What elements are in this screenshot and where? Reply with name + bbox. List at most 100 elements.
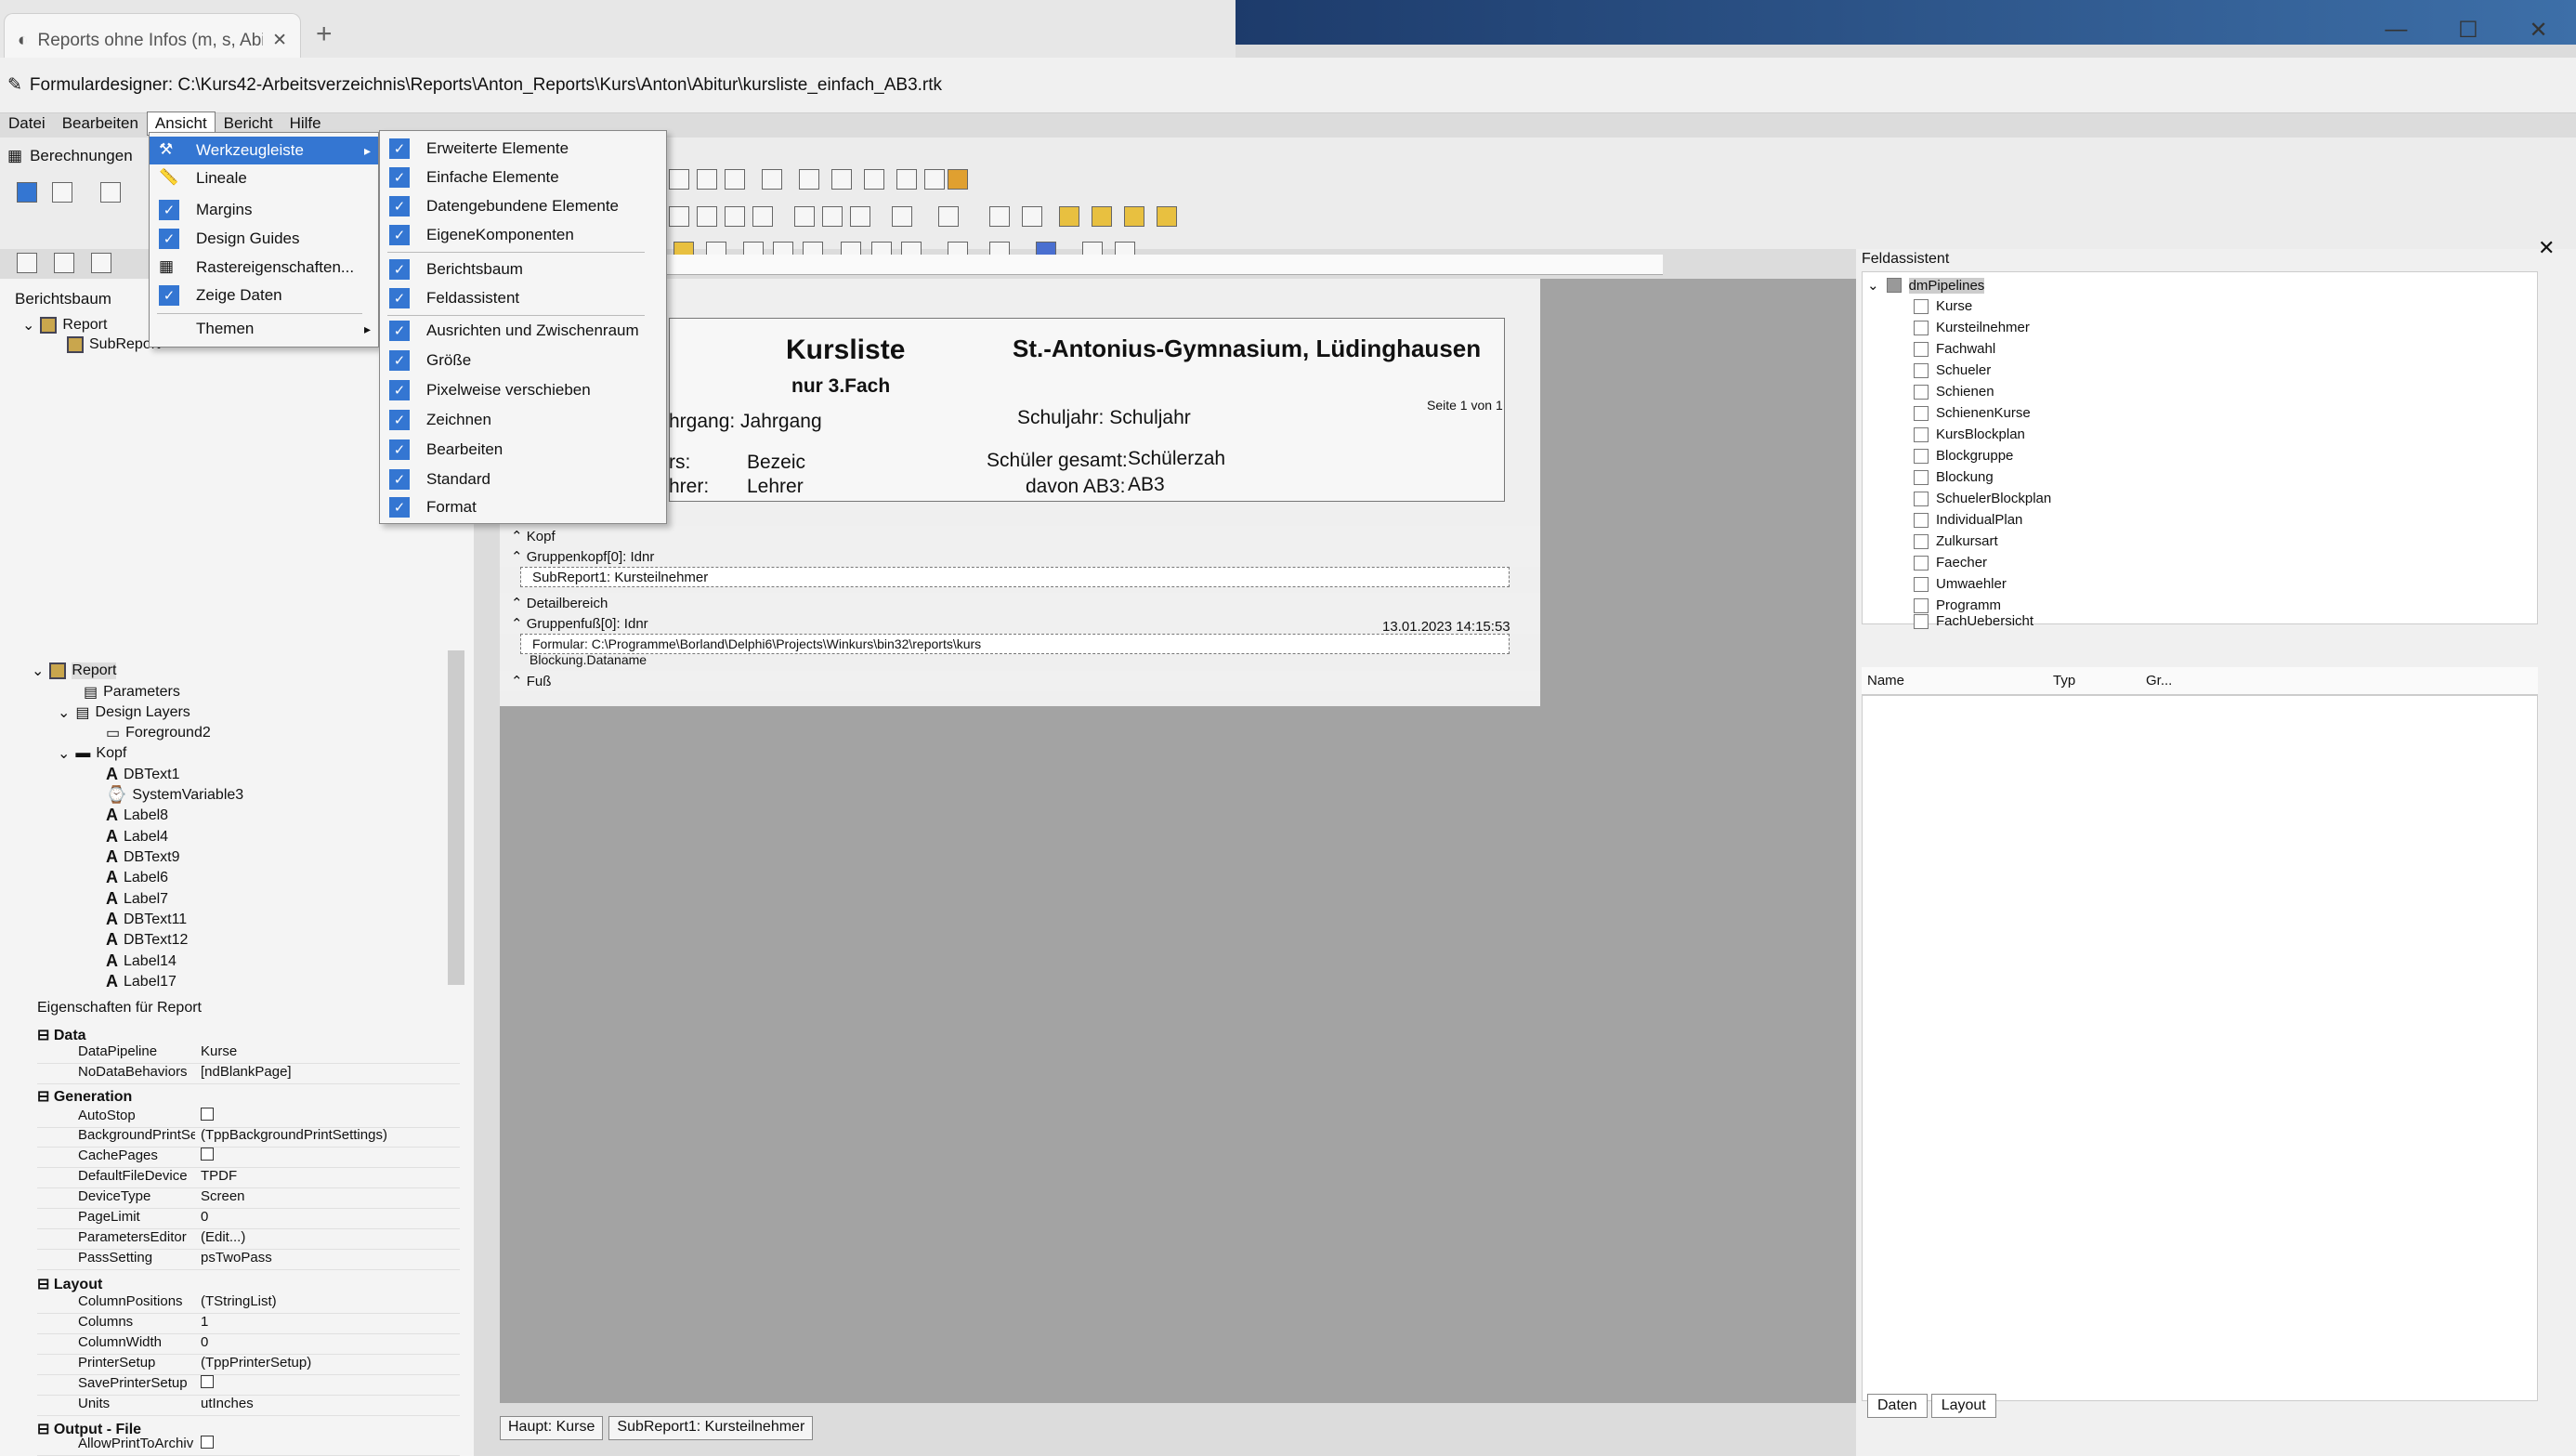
- toolbar-icon[interactable]: [1059, 206, 1079, 227]
- menu-item-design-guides[interactable]: ✓ Design Guides: [150, 225, 378, 253]
- prop-row[interactable]: DeviceType Screen: [37, 1188, 460, 1209]
- menu-item-werkzeugleiste[interactable]: ⚒ Werkzeugleiste ▸: [150, 137, 378, 164]
- calculations-button[interactable]: ▦ Berechnungen: [7, 147, 133, 165]
- prop-row[interactable]: PageLimit 0: [37, 1209, 460, 1229]
- prop-row[interactable]: AllowPrintToArchiv: [37, 1436, 460, 1456]
- field-item[interactable]: Schueler: [1914, 362, 1991, 378]
- prop-row[interactable]: DefaultFileDevice TPDF: [37, 1168, 460, 1188]
- tree-node-systemvariable3[interactable]: ⌚ SystemVariable3: [106, 785, 243, 805]
- tree-node-dbtext12[interactable]: A DBText12: [106, 930, 188, 950]
- toolbar-icon[interactable]: [762, 169, 782, 190]
- align-right-icon[interactable]: [725, 206, 745, 227]
- field-list[interactable]: [1862, 695, 2538, 1401]
- toolbar-icon[interactable]: [794, 206, 815, 227]
- close-window-button[interactable]: ✕: [2529, 17, 2547, 44]
- jahrgang-text[interactable]: hrgang: Jahrgang: [669, 411, 822, 433]
- tree-node-foreground2[interactable]: ▭ Foreground2: [106, 724, 211, 742]
- field-item[interactable]: Zulkursart: [1914, 533, 1998, 549]
- menu-item-feldassistent[interactable]: ✓ Feldassistent: [380, 284, 666, 312]
- tree-node-report-top[interactable]: ⌄ Report: [22, 316, 107, 334]
- toolbar-icon[interactable]: [669, 169, 689, 190]
- tab-subreport1[interactable]: SubReport1: Kursteilnehmer: [608, 1416, 814, 1440]
- menu-item-ausrichten[interactable]: ✓ Ausrichten und Zwischenraum: [380, 317, 666, 345]
- prop-row[interactable]: DataPipeline Kurse: [37, 1043, 460, 1064]
- toolbar-icon[interactable]: [831, 169, 852, 190]
- section-generation[interactable]: ⊟ Generation: [37, 1087, 132, 1106]
- cursor-tool-icon[interactable]: [52, 182, 72, 203]
- field-item[interactable]: Kursteilnehmer: [1914, 320, 2030, 335]
- menu-item-format[interactable]: ✓ Format: [380, 493, 666, 521]
- justify-icon[interactable]: [752, 206, 773, 227]
- kurs-value[interactable]: Bezeic: [747, 452, 805, 474]
- menu-item-standard[interactable]: ✓ Standard: [380, 466, 666, 493]
- tree-node-label4[interactable]: A Label4: [106, 827, 168, 846]
- close-panel-icon[interactable]: ✕: [2538, 236, 2555, 260]
- prop-row[interactable]: NoDataBehaviors [ndBlankPage]: [37, 1064, 460, 1084]
- band-gruppenkopf[interactable]: ⌃ Gruppenkopf[0]: Idnr: [500, 546, 1540, 567]
- menu-item-margins[interactable]: ✓ Margins: [150, 196, 378, 224]
- tree-node-dmpipelines[interactable]: ⌄ dmPipelines: [1867, 277, 1985, 294]
- prop-row[interactable]: ColumnWidth 0: [37, 1334, 460, 1355]
- menu-item-zeige-daten[interactable]: ✓ Zeige Daten: [150, 282, 378, 309]
- column-typ[interactable]: Typ: [2047, 667, 2140, 694]
- toolbar-icon[interactable]: [1124, 206, 1144, 227]
- page-number-text[interactable]: Seite 1 von 1: [1427, 398, 1503, 413]
- maximize-button[interactable]: ☐: [2458, 17, 2478, 44]
- tree-node-subreport[interactable]: SubReport: [67, 336, 161, 353]
- toolbar-icon[interactable]: [697, 169, 717, 190]
- align-left-icon[interactable]: [669, 206, 689, 227]
- tree-node-label7[interactable]: A Label7: [106, 889, 168, 909]
- allowprint-checkbox[interactable]: [201, 1436, 214, 1449]
- tree-node-dbtext1[interactable]: A DBText1: [106, 765, 179, 784]
- grid-icon[interactable]: [924, 169, 945, 190]
- menu-item-groesse[interactable]: ✓ Größe: [380, 347, 666, 374]
- field-item[interactable]: Kurse: [1914, 298, 1972, 314]
- ab3-label[interactable]: davon AB3:: [1026, 476, 1125, 498]
- field-item[interactable]: KursBlockplan: [1914, 426, 2025, 442]
- select-tool-icon[interactable]: [17, 182, 37, 203]
- expand-icon[interactable]: ⌄: [1867, 277, 1879, 294]
- prop-row[interactable]: CachePages: [37, 1148, 460, 1168]
- align-icon[interactable]: [17, 253, 37, 273]
- school-name-text[interactable]: St.-Antonius-Gymnasium, Lüdinghausen: [1013, 334, 1481, 363]
- field-item[interactable]: SchienenKurse: [1914, 405, 2031, 421]
- toolbar-icon[interactable]: [725, 169, 745, 190]
- field-item[interactable]: SchuelerBlockplan: [1914, 491, 2051, 506]
- prop-row[interactable]: ColumnPositions (TStringList): [37, 1293, 460, 1314]
- tree-node-design-layers[interactable]: ⌄ ▤ Design Layers: [58, 703, 190, 722]
- field-item[interactable]: Fachwahl: [1914, 341, 1995, 357]
- lehrer-label[interactable]: hrer:: [669, 476, 709, 498]
- toolbar-icon[interactable]: [1157, 206, 1177, 227]
- menu-item-pixelweise[interactable]: ✓ Pixelweise verschieben: [380, 376, 666, 404]
- field-item[interactable]: Blockgruppe: [1914, 448, 2013, 464]
- prop-row[interactable]: Units utInches: [37, 1396, 460, 1416]
- menu-bearbeiten[interactable]: Bearbeiten: [54, 111, 147, 136]
- tree-node-dbtext11[interactable]: A DBText11: [106, 910, 187, 929]
- schueler-value[interactable]: Schülerzah: [1128, 448, 1225, 470]
- column-groesse[interactable]: Gr...: [2140, 667, 2233, 694]
- menu-item-berichtsbaum[interactable]: ✓ Berichtsbaum: [380, 256, 666, 283]
- menu-item-zeichnen[interactable]: ✓ Zeichnen: [380, 406, 666, 434]
- menu-item-themen[interactable]: Themen ▸: [150, 315, 378, 343]
- band-detail[interactable]: ⌃ Detailbereich: [500, 593, 1540, 613]
- expand-icon[interactable]: ⌄: [58, 744, 70, 763]
- datetime-text[interactable]: 13.01.2023 14:15:53: [1382, 619, 1510, 635]
- toolbar-icon[interactable]: [1092, 206, 1112, 227]
- toolbar-icon[interactable]: [799, 169, 819, 190]
- menu-item-lineale[interactable]: 📏 Lineale: [150, 164, 378, 192]
- kurs-label[interactable]: rs:: [669, 452, 690, 474]
- field-item[interactable]: FachUebersicht: [1914, 613, 2033, 629]
- chart-icon[interactable]: [948, 169, 968, 190]
- menu-item-bearbeiten[interactable]: ✓ Bearbeiten: [380, 436, 666, 464]
- menu-datei[interactable]: Datei: [0, 111, 54, 136]
- minimize-button[interactable]: —: [2385, 17, 2407, 43]
- blockung-text[interactable]: Blockung.Dataname: [530, 652, 647, 667]
- highlight-icon[interactable]: [938, 206, 959, 227]
- menu-item-erweiterte-elemente[interactable]: ✓ Erweiterte Elemente: [380, 135, 666, 163]
- menu-item-datengebundene-elemente[interactable]: ✓ Datengebundene Elemente: [380, 192, 666, 220]
- formular-path-text[interactable]: Formular: C:\Programme\Borland\Delphi6\P…: [520, 634, 1510, 654]
- prop-row[interactable]: SavePrinterSetup: [37, 1375, 460, 1396]
- tree-node-label17[interactable]: A Label17: [106, 972, 177, 991]
- pen-icon[interactable]: [896, 169, 917, 190]
- expand-icon[interactable]: ⌄: [22, 316, 34, 334]
